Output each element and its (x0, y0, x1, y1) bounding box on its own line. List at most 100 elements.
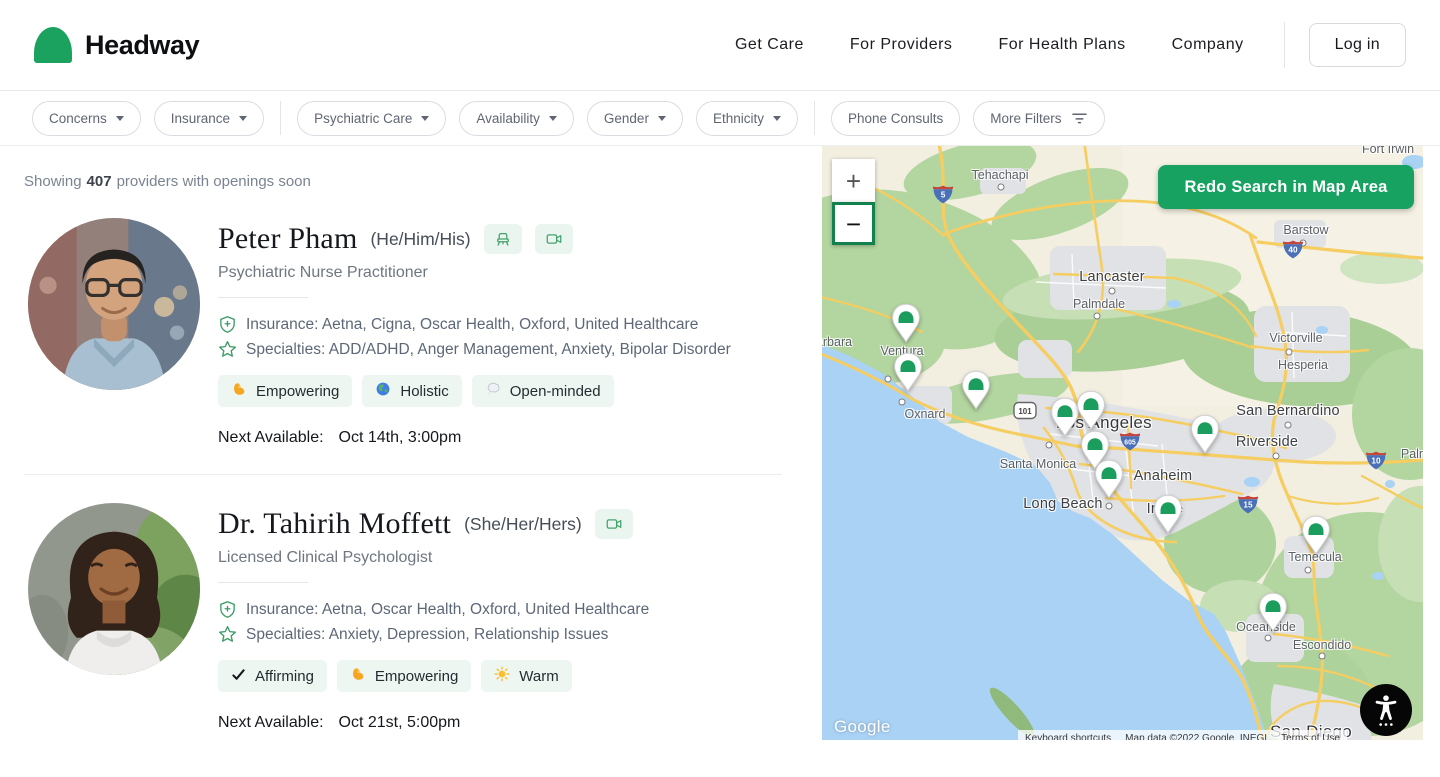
map-attribution-keyboard-shortcuts[interactable]: Keyboard shortcuts (1018, 730, 1118, 740)
nav-link-get-care[interactable]: Get Care (735, 36, 804, 54)
accessibility-person-icon (1370, 692, 1402, 728)
map-town-dot (1305, 567, 1312, 574)
nav-link-for-providers[interactable]: For Providers (850, 36, 953, 54)
map-label-oxnard: Oxnard (905, 407, 946, 421)
map-town-dot (885, 376, 892, 383)
in-person-session-icon (484, 224, 522, 254)
filter-insurance[interactable]: Insurance (154, 101, 264, 136)
map-pin[interactable] (961, 370, 991, 415)
us-route-101-shield: 101 (1013, 402, 1037, 425)
filter-label: More Filters (990, 111, 1061, 126)
filter-label: Availability (476, 111, 540, 126)
trait-tag-affirming: Affirming (218, 660, 327, 692)
map-label-lancaster: Lancaster (1079, 269, 1144, 285)
globe-icon (375, 381, 391, 401)
map-pin[interactable] (1153, 494, 1183, 539)
map-town-dot (1319, 653, 1326, 660)
next-available-value: Oct 14th, 3:00pm (339, 429, 462, 446)
trait-tag-empowering: Empowering (337, 660, 471, 692)
trait-label: Affirming (255, 668, 314, 685)
filter-concerns[interactable]: Concerns (32, 101, 141, 136)
trait-label: Open-minded (510, 383, 601, 400)
thought-icon (485, 381, 501, 401)
map-town-dot (1094, 313, 1101, 320)
provider-pronouns: (He/Him/His) (370, 229, 470, 250)
provider-name[interactable]: Dr. Tahirih Moffett (218, 507, 451, 541)
map-pin[interactable] (1094, 459, 1124, 504)
provider-avatar (28, 503, 200, 675)
map-label-palm-s: Palm S (1401, 447, 1423, 461)
map-label-san-bernardino: San Bernardino (1236, 403, 1340, 419)
google-logo[interactable]: Google (834, 717, 891, 737)
chevron-down-icon (773, 116, 781, 121)
provider-insurance-text: Insurance: Aetna, Cigna, Oscar Health, O… (246, 316, 698, 334)
map-town-dot (1109, 288, 1116, 295)
map-town-dot (899, 399, 906, 406)
insurance-shield-icon (218, 315, 237, 334)
interstate-15-shield: 15 (1237, 495, 1259, 520)
login-button[interactable]: Log in (1309, 23, 1406, 67)
headway-logo[interactable]: Headway (34, 27, 199, 63)
interstate-605-shield: 605 (1119, 432, 1141, 457)
brand-name: Headway (85, 30, 199, 61)
provider-specialties: Specialties: Anxiety, Depression, Relati… (218, 625, 649, 644)
map-pin[interactable] (1076, 390, 1106, 435)
map-label-barstow: Barstow (1283, 223, 1328, 237)
next-available-label: Next Available: (218, 429, 324, 446)
filter-gender[interactable]: Gender (587, 101, 683, 136)
map-pin[interactable] (891, 303, 921, 348)
map-label-hesperia: Hesperia (1278, 358, 1328, 372)
provider-name[interactable]: Peter Pham (218, 222, 357, 256)
accessibility-button[interactable] (1360, 684, 1412, 736)
filter-psychiatric-care[interactable]: Psychiatric Care (297, 101, 446, 136)
specialties-star-icon (218, 625, 237, 644)
interstate-40-shield: 40 (1282, 240, 1304, 265)
map-town-dot (998, 184, 1005, 191)
trait-tag-warm: Warm (481, 660, 571, 692)
map-label-long-beach: Long Beach (1023, 496, 1102, 512)
sun-icon (494, 666, 510, 686)
chevron-down-icon (116, 116, 124, 121)
filter-availability[interactable]: Availability (459, 101, 574, 136)
video-session-icon (535, 224, 573, 254)
filter-ethnicity[interactable]: Ethnicity (696, 101, 798, 136)
map-pin[interactable] (1258, 592, 1288, 637)
map-label-arbara: arbara (822, 335, 852, 349)
headway-dome-icon (34, 27, 72, 63)
filter-phone-consults[interactable]: Phone Consults (831, 101, 960, 136)
filter-label: Concerns (49, 111, 107, 126)
trait-tag-holistic: Holistic (362, 375, 461, 407)
filter-more-filters[interactable]: More Filters (973, 101, 1104, 136)
svg-text:15: 15 (1243, 501, 1253, 510)
map-label-santa-monica: Santa Monica (1000, 457, 1076, 471)
map-label-tehachapi: Tehachapi (972, 168, 1029, 182)
nav-link-company[interactable]: Company (1172, 36, 1244, 54)
svg-text:40: 40 (1288, 246, 1298, 255)
provider-specialties: Specialties: ADD/ADHD, Anger Management,… (218, 340, 731, 359)
redo-search-button[interactable]: Redo Search in Map Area (1158, 165, 1414, 209)
insurance-shield-icon (218, 600, 237, 619)
map-zoom-in-button[interactable]: + (832, 159, 875, 202)
map-attribution-bar: Keyboard shortcutsMap data ©2022 Google,… (1018, 730, 1347, 740)
map[interactable]: Fort IrwinTehachapiBarstowLancasterPalmd… (822, 146, 1423, 740)
results-count: 407 (87, 173, 112, 190)
nav-link-for-health-plans[interactable]: For Health Plans (998, 36, 1125, 54)
map-pin[interactable] (1301, 515, 1331, 560)
divider (218, 582, 308, 583)
provider-card[interactable]: Dr. Tahirih Moffett(She/Her/Hers)License… (0, 475, 805, 732)
map-town-dot (1046, 442, 1053, 449)
map-label-victorville: Victorville (1269, 331, 1322, 345)
map-attribution-map-data-2022-google: Map data ©2022 Google, INEGI (1118, 730, 1274, 740)
map-attribution-terms-of-use[interactable]: Terms of Use (1274, 730, 1347, 740)
next-available-value: Oct 21st, 5:00pm (339, 714, 461, 731)
map-label-fort-irwin: Fort Irwin (1362, 146, 1414, 156)
provider-insurance: Insurance: Aetna, Oscar Health, Oxford, … (218, 600, 649, 619)
map-zoom-out-button[interactable]: − (832, 202, 875, 245)
map-label-anaheim: Anaheim (1134, 468, 1193, 484)
map-pin[interactable] (1190, 414, 1220, 459)
muscle-icon (350, 666, 366, 686)
map-pin[interactable] (893, 352, 923, 397)
check-icon (231, 667, 246, 686)
provider-card[interactable]: Peter Pham(He/Him/His)Psychiatric Nurse … (0, 190, 805, 447)
results-panel: Showing 407 providers with openings soon… (0, 146, 805, 732)
